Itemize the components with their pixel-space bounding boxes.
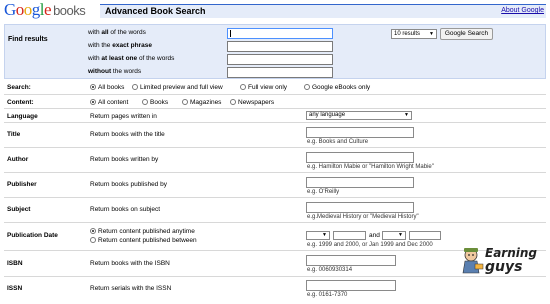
title-desc: Return books with the title <box>90 131 165 138</box>
at-least-one-label: with at least one of the words <box>88 55 175 62</box>
text-cursor <box>230 30 231 37</box>
title-input[interactable] <box>306 127 414 138</box>
radio-icon[interactable] <box>90 228 96 234</box>
end-month-select[interactable]: ▼ <box>382 231 406 240</box>
language-label: Language <box>7 113 38 120</box>
pubdate-anytime-option[interactable]: Return content published anytime <box>90 228 195 235</box>
isbn-desc: Return books with the ISBN <box>90 260 170 267</box>
at-least-one-input[interactable] <box>227 54 333 65</box>
search-option-ebooks[interactable]: Google eBooks only <box>304 84 370 91</box>
watermark-line2: guys <box>485 259 523 275</box>
radio-icon[interactable] <box>142 99 148 105</box>
issn-label: ISSN <box>7 285 23 292</box>
exact-phrase-input[interactable] <box>227 41 333 52</box>
publisher-hint: e.g. O'Reilly <box>307 189 340 195</box>
search-row: Search: All books Limited preview and fu… <box>4 81 546 95</box>
page-header: Google books Advanced Book Search About G… <box>0 0 550 22</box>
search-option-limited-preview[interactable]: Limited preview and full view <box>132 84 223 91</box>
all-words-label: with all of the words <box>88 29 146 36</box>
issn-row: ISSN Return serials with the ISSN e.g. 0… <box>4 277 546 304</box>
isbn-input[interactable] <box>306 255 396 266</box>
chevron-down-icon: ▼ <box>398 232 403 238</box>
without-words-input[interactable] <box>227 67 333 78</box>
start-year-input[interactable] <box>333 231 366 240</box>
issn-hint: e.g. 0161-7370 <box>307 292 348 298</box>
find-results-panel: Find results with all of the words with … <box>4 24 546 79</box>
watermark-line1: Earning <box>485 246 538 260</box>
subject-row: Subject Return books on subject e.g.Medi… <box>4 198 546 223</box>
author-label: Author <box>7 156 29 163</box>
author-row: Author Return books written by e.g. Hami… <box>4 148 546 173</box>
radio-icon[interactable] <box>182 99 188 105</box>
content-option-magazines[interactable]: Magazines <box>182 99 221 106</box>
publication-date-label: Publication Date <box>7 232 58 239</box>
exact-phrase-label: with the exact phrase <box>88 42 152 49</box>
publisher-desc: Return books published by <box>90 181 167 188</box>
google-search-button[interactable]: Google Search <box>440 28 493 40</box>
title-label: Title <box>7 131 21 138</box>
radio-icon[interactable] <box>90 237 96 243</box>
author-hint: e.g. Hamilton Mabie or "Hamilton Wright … <box>307 164 434 170</box>
content-option-newspapers[interactable]: Newspapers <box>230 99 274 106</box>
radio-icon[interactable] <box>132 84 138 90</box>
subject-label: Subject <box>7 206 31 213</box>
language-select[interactable]: any language ▼ <box>306 111 412 120</box>
language-row: Language Return pages written in any lan… <box>4 109 546 123</box>
content-option-all[interactable]: All content <box>90 99 128 106</box>
find-results-label: Find results <box>8 36 48 43</box>
chevron-down-icon: ▼ <box>404 112 409 118</box>
subject-input[interactable] <box>306 202 414 213</box>
isbn-hint: e.g. 0060930314 <box>307 267 353 273</box>
earning-guys-watermark: Earning guys <box>457 244 547 278</box>
issn-desc: Return serials with the ISSN <box>90 285 172 292</box>
start-month-select[interactable]: ▼ <box>306 231 330 240</box>
mascot-icon <box>462 248 484 274</box>
subject-hint: e.g.Medieval History or "Medieval Histor… <box>307 214 419 220</box>
chevron-down-icon: ▼ <box>322 232 327 238</box>
content-row: Content: All content Books Magazines New… <box>4 95 546 109</box>
radio-icon[interactable] <box>90 84 96 90</box>
author-input[interactable] <box>306 152 414 163</box>
publisher-label: Publisher <box>7 181 37 188</box>
author-desc: Return books written by <box>90 156 159 163</box>
title-row: Title Return books with the title e.g. B… <box>4 123 546 148</box>
publisher-row: Publisher Return books published by e.g.… <box>4 173 546 198</box>
pubdate-between-option[interactable]: Return content published between <box>90 237 197 244</box>
subject-desc: Return books on subject <box>90 206 161 213</box>
title-hint: e.g. Books and Culture <box>307 139 369 145</box>
issn-input[interactable] <box>306 280 396 291</box>
without-words-label: without the words <box>88 68 142 75</box>
results-count-select[interactable]: 10 results ▼ <box>391 29 437 39</box>
radio-icon[interactable] <box>240 84 246 90</box>
radio-icon[interactable] <box>230 99 236 105</box>
search-option-all-books[interactable]: All books <box>90 84 124 91</box>
language-desc: Return pages written in <box>90 113 157 120</box>
title-bar: Advanced Book Search About Google <box>100 4 546 18</box>
page-title: Advanced Book Search <box>105 6 206 16</box>
publisher-input[interactable] <box>306 177 414 188</box>
end-year-input[interactable] <box>409 231 441 240</box>
chevron-down-icon: ▼ <box>429 31 434 37</box>
content-option-books[interactable]: Books <box>142 99 168 106</box>
radio-icon[interactable] <box>90 99 96 105</box>
isbn-label: ISBN <box>7 260 23 267</box>
all-words-input[interactable] <box>227 28 333 39</box>
google-books-logo[interactable]: Google books <box>4 1 86 20</box>
content-label: Content: <box>7 99 34 106</box>
radio-icon[interactable] <box>304 84 310 90</box>
pubdate-hint: e.g. 1999 and 2000, or Jan 1999 and Dec … <box>307 242 433 248</box>
about-google-link[interactable]: About Google <box>501 7 544 14</box>
search-label: Search: <box>7 84 31 91</box>
and-label: and <box>369 232 380 239</box>
search-option-full-view[interactable]: Full view only <box>240 84 287 91</box>
